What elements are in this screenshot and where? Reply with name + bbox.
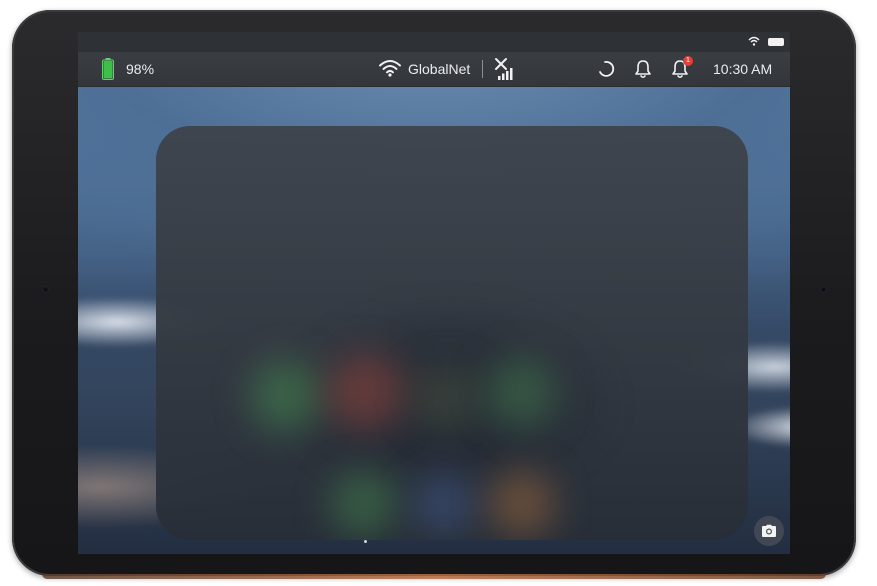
blurred-app-icon	[326, 354, 406, 429]
status-bar: 98% GlobalNet 1 10:30 AM	[78, 52, 790, 87]
network-name[interactable]: GlobalNet	[408, 61, 470, 77]
blurred-app-icon	[486, 358, 556, 428]
screen: 98% GlobalNet 1 10:30 AM	[78, 32, 790, 554]
cellular-signal-icon[interactable]	[493, 57, 515, 81]
wifi-icon	[748, 36, 760, 46]
blurred-app-icon	[489, 471, 554, 536]
device-edge	[42, 574, 826, 579]
right-sensor	[820, 286, 827, 293]
camera-icon	[762, 524, 776, 537]
blurred-app-icon	[414, 474, 474, 534]
blurred-app-icon	[411, 366, 481, 431]
bell-icon[interactable]	[634, 59, 652, 79]
blurred-app-switcher-panel[interactable]	[156, 126, 748, 540]
page-indicator-dot	[364, 540, 367, 543]
left-sensor	[42, 286, 49, 293]
battery-percentage: 98%	[126, 61, 155, 77]
system-status-strip	[78, 32, 790, 52]
moon-icon[interactable]	[598, 60, 616, 78]
blurred-app-icon	[251, 361, 321, 431]
notification-badge: 1	[683, 56, 693, 66]
blurred-app-icon	[331, 471, 396, 536]
wifi-icon[interactable]	[379, 59, 401, 77]
tablet-device: 98% GlobalNet 1 10:30 AM	[12, 10, 856, 579]
status-divider	[482, 60, 483, 78]
clock: 10:30 AM	[713, 61, 773, 77]
camera-button[interactable]	[754, 516, 784, 546]
battery-icon	[102, 58, 114, 80]
battery-icon	[768, 38, 784, 46]
